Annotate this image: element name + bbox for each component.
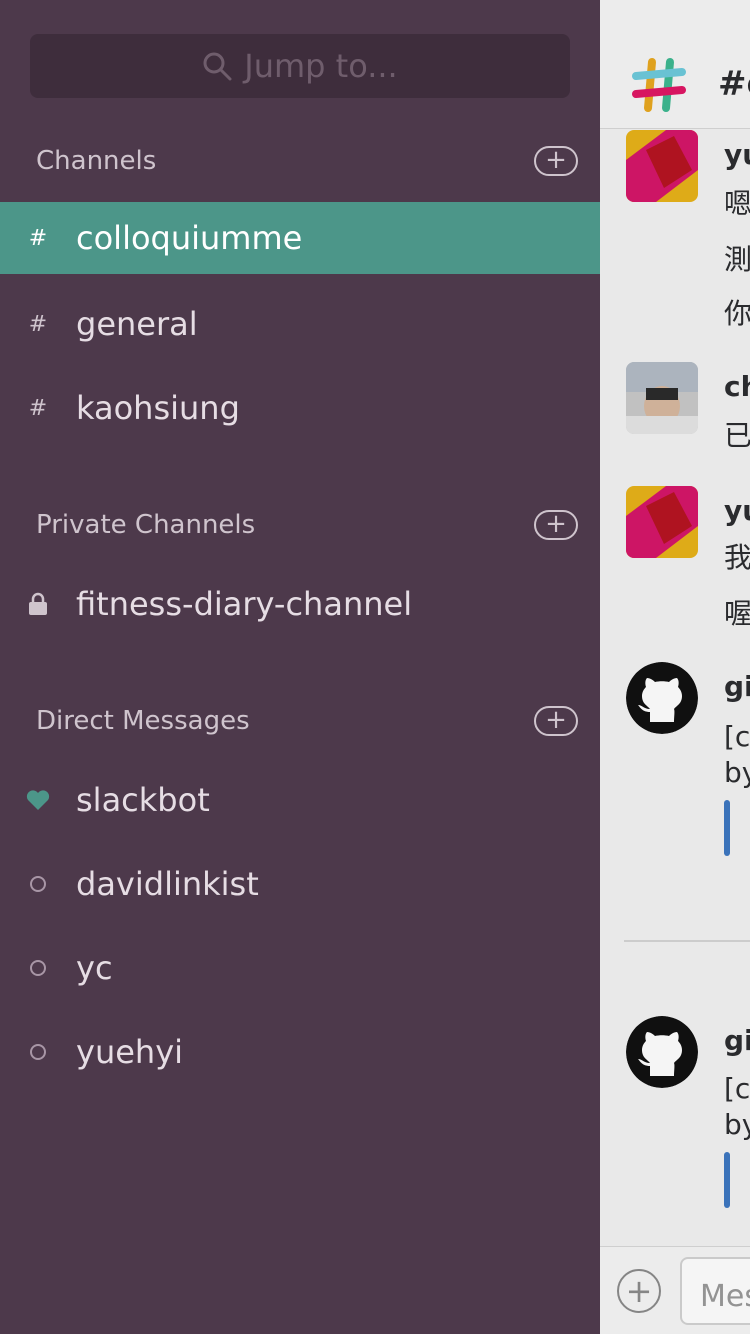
private-channels-heading[interactable]: Private Channels [36, 510, 255, 540]
heart-icon [0, 789, 76, 811]
jump-to-search[interactable]: Jump to... [30, 34, 570, 98]
presence-away-icon [30, 960, 46, 976]
channel-item-kaohsiung[interactable]: # kaohsiung [0, 372, 600, 444]
search-placeholder: Jump to... [244, 47, 398, 85]
lock-icon [0, 592, 76, 616]
avatar-yu[interactable] [626, 130, 698, 202]
plus-icon: + [545, 145, 567, 175]
slack-logo-icon [632, 58, 686, 112]
channel-item-general[interactable]: # general [0, 288, 600, 360]
presence-away-icon [30, 1044, 46, 1060]
avatar-ch[interactable] [626, 362, 698, 434]
add-direct-message-button[interactable]: + [534, 706, 578, 736]
message-author[interactable]: gi [724, 670, 750, 703]
channel-label: fitness-diary-channel [76, 585, 413, 623]
dm-item-yuehyi[interactable]: yuehyi [0, 1016, 600, 1088]
message-line: 已 [724, 419, 750, 452]
message-author[interactable]: ch [724, 370, 750, 403]
hash-icon: # [28, 311, 48, 337]
message-line: 嗯 [724, 187, 750, 220]
channel-item-colloquiumme[interactable]: # colloquiumme [0, 202, 600, 274]
dm-item-davidlinkist[interactable]: davidlinkist [0, 848, 600, 920]
message-line: 我 [724, 541, 750, 574]
dm-label: yc [76, 949, 113, 987]
message-line: [co [724, 1072, 750, 1105]
presence-away-icon [30, 876, 46, 892]
dm-label: davidlinkist [76, 865, 259, 903]
message-composer: + Mes [600, 1246, 750, 1334]
search-icon [203, 52, 232, 81]
dm-item-slackbot[interactable]: slackbot [0, 764, 600, 836]
dm-label: yuehyi [76, 1033, 184, 1071]
message-line: by [724, 1108, 750, 1141]
hash-icon: # [28, 395, 48, 421]
message-line: 喔 [724, 597, 750, 630]
avatar-yu[interactable] [626, 486, 698, 558]
add-channel-button[interactable]: + [534, 146, 578, 176]
sidebar: Jump to... Channels + # colloquiumme # g… [0, 0, 600, 1334]
hash-icon: # [28, 225, 48, 251]
github-avatar-icon[interactable] [626, 662, 698, 734]
plus-icon: + [545, 509, 567, 539]
message-divider [624, 940, 750, 942]
message-author[interactable]: yu [724, 138, 750, 171]
add-private-channel-button[interactable]: + [534, 510, 578, 540]
message-author[interactable]: gi [724, 1024, 750, 1057]
channels-heading[interactable]: Channels [36, 146, 156, 176]
message-line: [co [724, 720, 750, 753]
add-attachment-button[interactable]: + [617, 1269, 661, 1313]
channel-header: #c [600, 0, 750, 129]
channel-label: kaohsiung [76, 389, 240, 427]
private-channel-item-fitness-diary[interactable]: fitness-diary-channel [0, 568, 600, 640]
attachment-bar [724, 800, 730, 856]
channel-title: #c [718, 64, 750, 104]
attachment-bar [724, 1152, 730, 1208]
dm-label: slackbot [76, 781, 210, 819]
channel-label: general [76, 305, 198, 343]
github-avatar-icon[interactable] [626, 1016, 698, 1088]
message-line: 測 [724, 243, 750, 276]
plus-icon: + [545, 705, 567, 735]
dm-item-yc[interactable]: yc [0, 932, 600, 1004]
message-line: 你 [724, 297, 750, 330]
channel-label: colloquiumme [76, 219, 303, 257]
message-pane[interactable]: #c yu 嗯 測 你 ch 已 yu 我 喔 [600, 0, 750, 1334]
message-line: by [724, 756, 750, 789]
direct-messages-heading[interactable]: Direct Messages [36, 706, 250, 736]
message-author[interactable]: yu [724, 494, 750, 527]
message-input[interactable]: Mes [680, 1257, 750, 1325]
